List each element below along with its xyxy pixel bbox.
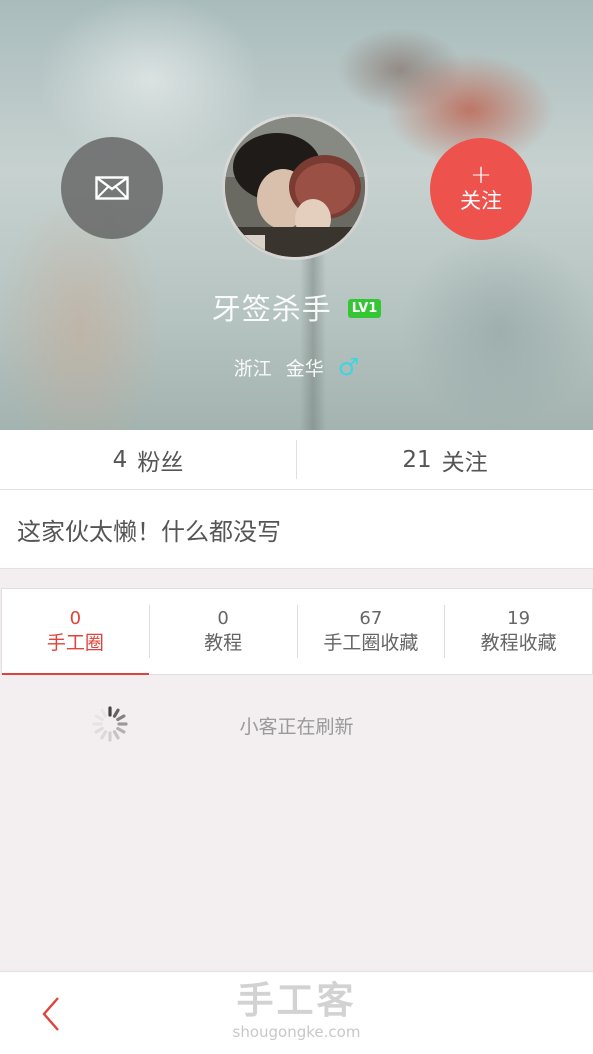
brand-url: shougongke.com	[232, 1023, 361, 1041]
stats-bar: 4 粉丝 21 关注	[0, 430, 593, 490]
bio-section: 这家伙太懒！什么都没写	[0, 490, 593, 569]
following-count: 21	[402, 446, 432, 473]
bio-text: 这家伙太懒！什么都没写	[17, 517, 281, 546]
username-row: 牙签杀手 LV1	[0, 287, 593, 327]
brand-logo: 手工客 shougongke.com	[0, 980, 593, 1042]
loading-text: 小客正在刷新	[239, 716, 354, 738]
tab-label: 手工圈	[46, 631, 104, 654]
loading-indicator: 小客正在刷新	[0, 700, 593, 750]
follow-label: 关注	[460, 189, 502, 213]
tab-handcraft-favorites[interactable]: 67 手工圈收藏	[298, 589, 445, 674]
avatar[interactable]	[222, 114, 368, 260]
tab-tutorial-favorites[interactable]: 19 教程收藏	[445, 589, 592, 674]
following-label: 关注	[441, 449, 488, 476]
avatar-photo	[225, 117, 365, 257]
username: 牙签杀手	[211, 292, 332, 326]
level-badge: LV1	[347, 298, 382, 318]
tab-count: 19	[507, 607, 531, 629]
fans-count: 4	[112, 446, 128, 473]
follow-button[interactable]: + 关注	[430, 138, 532, 240]
location-row: 浙江 金华 ♂	[0, 352, 593, 382]
tab-label: 教程	[204, 631, 243, 654]
plus-icon: +	[470, 160, 492, 190]
tab-count: 0	[217, 607, 229, 629]
tab-count: 67	[359, 607, 383, 629]
tab-count: 0	[69, 607, 82, 629]
fans-stat[interactable]: 4 粉丝	[0, 430, 296, 489]
content-tabs: 0 手工圈 0 教程 67 手工圈收藏 19 教程收藏	[1, 588, 593, 675]
envelope-icon	[95, 176, 129, 200]
profile-header: + 关注 牙签杀手 LV1 浙江 金华 ♂	[0, 0, 593, 430]
tab-handcraft-circle[interactable]: 0 手工圈	[2, 589, 149, 675]
city: 金华	[285, 357, 324, 380]
message-button[interactable]	[61, 137, 163, 239]
province: 浙江	[233, 357, 272, 380]
tab-label: 手工圈收藏	[323, 631, 419, 654]
male-gender-icon: ♂	[337, 353, 360, 381]
following-stat[interactable]: 21 关注	[297, 430, 593, 489]
tab-tutorials[interactable]: 0 教程	[150, 589, 297, 674]
fans-label: 粉丝	[137, 449, 184, 476]
brand-name: 手工客	[236, 979, 357, 1022]
bottom-bar: 手工客 shougongke.com	[0, 971, 593, 1054]
tab-label: 教程收藏	[480, 631, 557, 654]
